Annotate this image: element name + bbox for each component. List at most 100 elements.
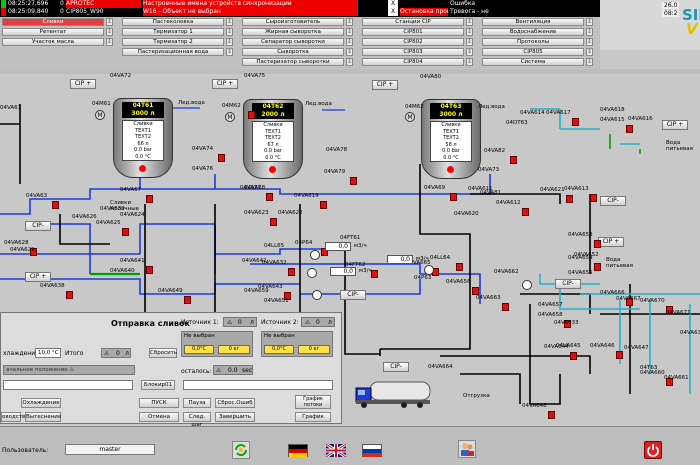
flow-indicator-04ft61: 0,0 xyxy=(325,242,351,251)
chart-button[interactable]: График xyxy=(295,412,331,422)
valve-icon[interactable] xyxy=(548,411,555,419)
cooling-button[interactable]: Охлаждение xyxy=(21,398,61,408)
tag-label: 04VA651 xyxy=(264,298,289,304)
valve-icon[interactable] xyxy=(52,201,59,209)
tag-label: 04VA656 xyxy=(446,279,471,285)
valve-icon[interactable] xyxy=(616,351,623,359)
tag-label: 04VA619 xyxy=(294,193,319,199)
push-out-button[interactable]: Вытеснение xyxy=(25,412,61,422)
remaining-label: осталось: xyxy=(181,368,212,375)
tag-label: 04VA72 xyxy=(110,73,132,79)
source2-mass: 0 кг xyxy=(298,345,330,354)
tag-label: 04P64 xyxy=(295,240,313,246)
bottom-bar: Пользователь: master xyxy=(0,426,700,465)
tag-label: 04VA657 xyxy=(538,302,563,308)
tag-label: 04VA661 xyxy=(664,375,689,381)
valve-icon[interactable] xyxy=(594,240,601,248)
valve-icon[interactable] xyxy=(146,266,153,274)
tag-label: 04VA63 xyxy=(26,193,48,199)
flow-chart-button[interactable]: График потоки xyxy=(295,395,331,409)
valve-icon[interactable] xyxy=(248,111,255,119)
valve-icon[interactable] xyxy=(371,270,378,278)
tag-label: 04VA670 xyxy=(640,298,665,304)
tag-label: 04VA630 xyxy=(680,330,700,336)
valve-icon[interactable] xyxy=(184,296,191,304)
valve-icon[interactable] xyxy=(270,218,277,226)
valve-icon[interactable] xyxy=(266,193,273,201)
source2-panel[interactable]: Не выбран 0,0°C 0 кг xyxy=(261,331,333,357)
users-icon[interactable] xyxy=(458,440,476,458)
sync-icon[interactable] xyxy=(232,441,250,459)
russian-flag-icon[interactable] xyxy=(362,444,382,457)
tag-label: 04VA76 xyxy=(192,166,214,172)
power-off-icon[interactable] xyxy=(644,441,662,459)
valve-icon[interactable] xyxy=(218,154,225,162)
start-button[interactable]: ПУСК xyxy=(139,398,179,408)
warning-icon: ⚠ xyxy=(104,350,110,357)
pause-button[interactable]: Пауза xyxy=(183,398,211,408)
source1-panel[interactable]: Не выбран 0,0°C 0 кг xyxy=(181,331,253,357)
pump-icon[interactable] xyxy=(522,280,532,290)
reset-button[interactable]: Сбросить xyxy=(149,348,177,358)
production-button[interactable]: оводство xyxy=(1,412,29,422)
valve-icon[interactable] xyxy=(590,194,597,202)
valve-icon[interactable] xyxy=(320,201,327,209)
german-flag-icon[interactable] xyxy=(288,444,308,457)
tag-label: 04VA664 xyxy=(428,364,453,370)
tag-label: 04VA663 xyxy=(476,295,501,301)
valve-icon[interactable] xyxy=(288,268,295,276)
valve-icon[interactable] xyxy=(450,193,457,201)
pump-icon[interactable] xyxy=(307,268,317,278)
valve-icon[interactable] xyxy=(66,291,73,299)
dialog-title: Отправка сливок xyxy=(111,319,190,328)
tag-label: 04VA623 xyxy=(244,210,269,216)
motor-icon[interactable]: M xyxy=(95,110,105,120)
motor-icon[interactable]: M xyxy=(405,112,415,122)
tag-label: 04VA618 xyxy=(600,107,625,113)
tag-label: 04VA69 xyxy=(424,185,446,191)
tag-label: 04FT61 xyxy=(340,235,361,241)
pump-icon[interactable] xyxy=(310,250,320,260)
next-step-button[interactable]: След. шаг xyxy=(183,412,211,428)
pump-icon[interactable] xyxy=(312,290,322,300)
source1-volume: ⚠ 0 л xyxy=(223,317,257,327)
valve-icon[interactable] xyxy=(570,352,577,360)
valve-icon[interactable] xyxy=(510,156,517,164)
tag-label: 04VA652 xyxy=(574,252,599,258)
tag-label: 04M61 xyxy=(92,101,111,107)
reset-error-button[interactable]: Сброс.Ошиб xyxy=(215,398,255,408)
total-volume: ⚠ 0 л xyxy=(101,348,131,358)
valve-icon[interactable] xyxy=(566,195,573,203)
valve-icon[interactable] xyxy=(502,303,509,311)
valve-icon[interactable] xyxy=(472,287,479,295)
tag-label: 04VA73 xyxy=(478,167,500,173)
valve-icon[interactable] xyxy=(146,195,153,203)
valve-icon[interactable] xyxy=(456,263,463,271)
valve-icon[interactable] xyxy=(522,208,529,216)
flow-indicator-04dt63: 0,0 xyxy=(387,255,413,264)
tag-label: 04VA640 xyxy=(110,268,135,274)
motor-icon[interactable]: M xyxy=(225,112,235,122)
tag-label: 04VA648 xyxy=(522,403,547,409)
tag-label: 04VA611 xyxy=(468,186,493,192)
pump-icon[interactable] xyxy=(424,265,434,275)
finish-button[interactable]: Завершить xyxy=(215,412,255,422)
tag-label: 04VA82 xyxy=(484,148,506,154)
tag-label: 04VA615 xyxy=(600,117,625,123)
cancel-button[interactable]: Отмена xyxy=(139,412,179,422)
valve-icon[interactable] xyxy=(626,125,633,133)
start-position-status: ачальное положение ⚠ xyxy=(3,365,135,375)
message-field xyxy=(183,380,333,390)
block-button[interactable]: Блокир01 xyxy=(141,380,175,390)
source2-temp: 0,0°C xyxy=(264,345,294,354)
tag-label: 04VA624 xyxy=(120,212,145,218)
uk-flag-icon[interactable] xyxy=(326,444,346,457)
valve-icon[interactable] xyxy=(594,263,601,271)
cooling-temp-input[interactable]: 10,0 °C xyxy=(35,348,61,358)
valve-icon[interactable] xyxy=(572,118,579,126)
valve-icon[interactable] xyxy=(350,177,357,185)
valve-icon[interactable] xyxy=(122,228,129,236)
warning-icon: ⚠ xyxy=(305,319,311,326)
tag-label: 04VA645 xyxy=(556,343,581,349)
tag-label: 04P63 xyxy=(414,275,432,281)
